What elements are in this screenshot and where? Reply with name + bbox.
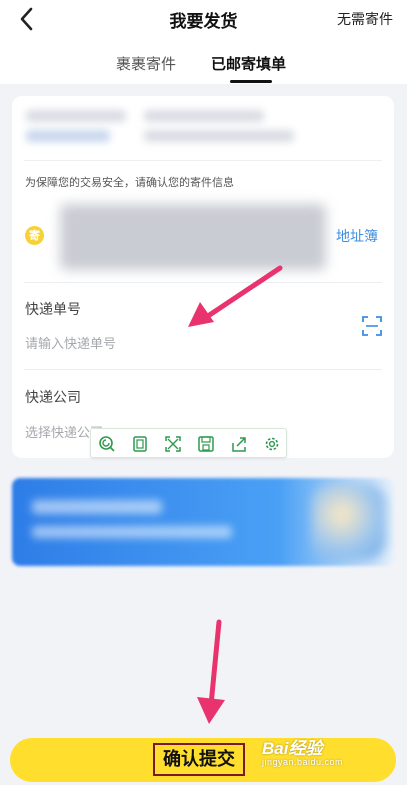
search-icon[interactable] [98,435,116,453]
blurred-order-info [26,130,110,142]
active-tab-indicator [230,80,272,83]
blurred-banner-illustration [312,484,386,560]
promo-banner[interactable] [12,478,394,566]
divider [24,282,382,283]
top-navigation-bar: 我要发货 无需寄件 裹裹寄件 已邮寄填单 [0,0,407,84]
security-hint: 为保障您的交易安全，请确认您的寄件信息 [25,176,234,189]
watermark-main: Bai经验 [262,739,323,758]
blurred-order-info [144,130,294,142]
tab-already-shipped[interactable]: 已邮寄填单 [211,53,286,74]
tab-guoguo-shipping[interactable]: 裹裹寄件 [116,53,176,74]
blurred-banner-text [32,526,232,538]
floating-toolbar [90,428,287,458]
blurred-order-info [144,110,264,122]
copy-icon[interactable] [131,435,149,453]
settings-icon[interactable] [263,435,281,453]
save-icon[interactable] [197,435,215,453]
watermark-sub: jingyan.baidu.com [262,757,344,767]
courier-company-label: 快递公司 [25,390,81,406]
blurred-sender-address[interactable] [60,204,326,270]
pointer-arrow-to-submit [197,619,225,724]
tracking-number-label: 快递单号 [25,302,81,318]
scan-icon[interactable] [362,316,382,336]
address-book-link[interactable]: 地址簿 [336,226,378,246]
baidu-jingyan-watermark: Bai经验 jingyan.baidu.com [262,734,343,767]
divider [24,369,382,370]
share-icon[interactable] [230,435,248,453]
no-shipping-needed-button[interactable]: 无需寄件 [337,9,393,29]
blurred-order-info [26,110,126,122]
blurred-banner-text [32,500,162,514]
divider [24,160,382,161]
sender-badge: 寄 [25,226,44,245]
shipping-form-card: 为保障您的交易安全，请确认您的寄件信息 寄 地址簿 快递单号 请输入快递单号 快… [12,96,394,458]
submit-button-label[interactable]: 确认提交 [153,743,245,776]
tracking-number-input[interactable]: 请输入快递单号 [25,333,116,352]
fullscreen-icon[interactable] [164,435,182,453]
